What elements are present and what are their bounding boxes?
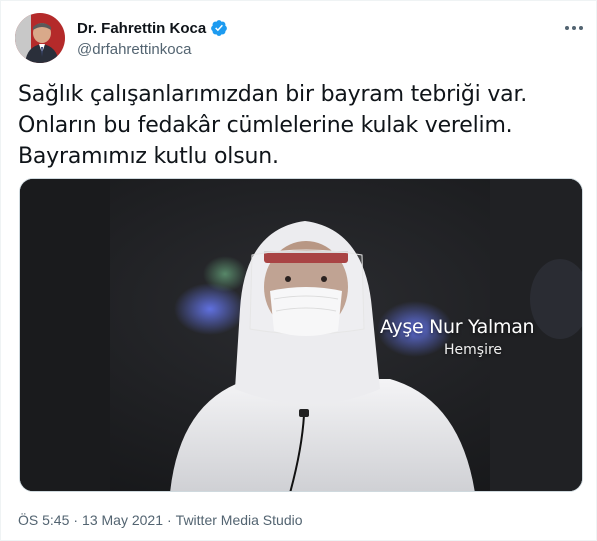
tweet-meta: ÖS 5:45 · 13 May 2021 · Twitter Media St…: [18, 512, 303, 528]
video-player[interactable]: Ayşe Nur Yalman Hemşire: [19, 178, 583, 492]
tweet-card[interactable]: Dr. Fahrettin Koca @drfahrettinkoca Sağl…: [0, 0, 597, 541]
tweet-text: Sağlık çalışanlarımızdan bir bayram tebr…: [18, 82, 528, 169]
avatar[interactable]: [15, 13, 65, 63]
tweet-date[interactable]: 13 May 2021: [82, 512, 163, 528]
video-caption-name: Ayşe Nur Yalman: [380, 316, 535, 338]
verified-badge-icon: [210, 19, 228, 37]
display-name[interactable]: Dr. Fahrettin Koca: [77, 20, 206, 37]
tweet-header: Dr. Fahrettin Koca @drfahrettinkoca: [15, 13, 585, 65]
more-icon[interactable]: [563, 19, 585, 37]
tweet-time[interactable]: ÖS 5:45: [18, 512, 69, 528]
video-caption-role: Hemşire: [444, 342, 503, 358]
author-handle[interactable]: @drfahrettinkoca: [77, 41, 228, 58]
meta-separator: ·: [73, 512, 79, 528]
author-names: Dr. Fahrettin Koca @drfahrettinkoca: [77, 17, 228, 58]
meta-separator: ·: [167, 512, 172, 528]
tweet-source-link[interactable]: Twitter Media Studio: [176, 512, 303, 528]
display-name-row: Dr. Fahrettin Koca: [77, 17, 228, 39]
